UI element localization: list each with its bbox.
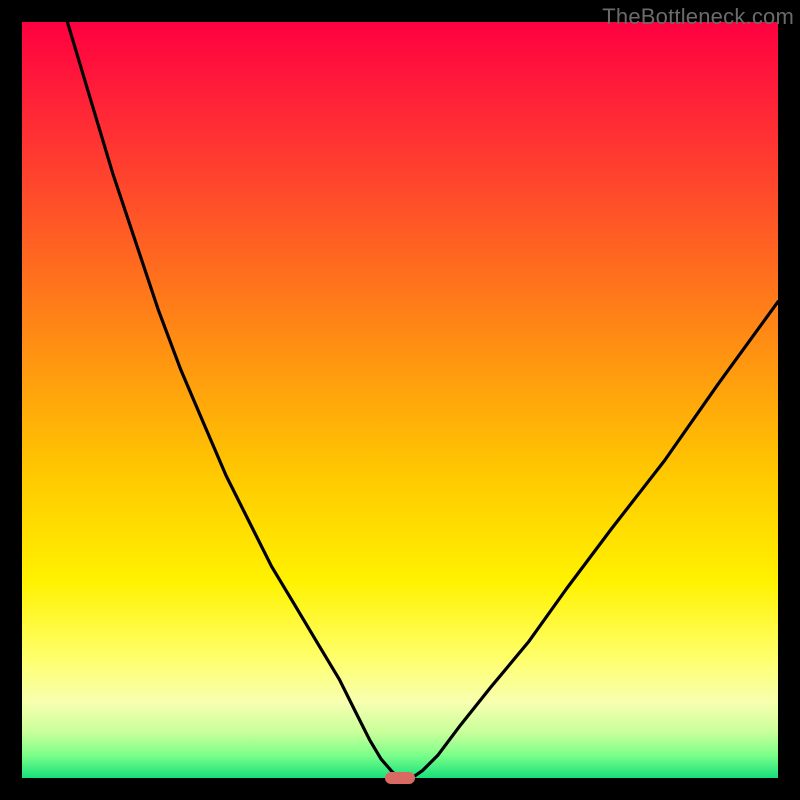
watermark-text: TheBottleneck.com [602, 4, 794, 30]
plot-area [22, 22, 778, 778]
minimum-marker [385, 772, 415, 784]
chart-frame: TheBottleneck.com [0, 0, 800, 800]
bottleneck-curve [22, 22, 778, 778]
